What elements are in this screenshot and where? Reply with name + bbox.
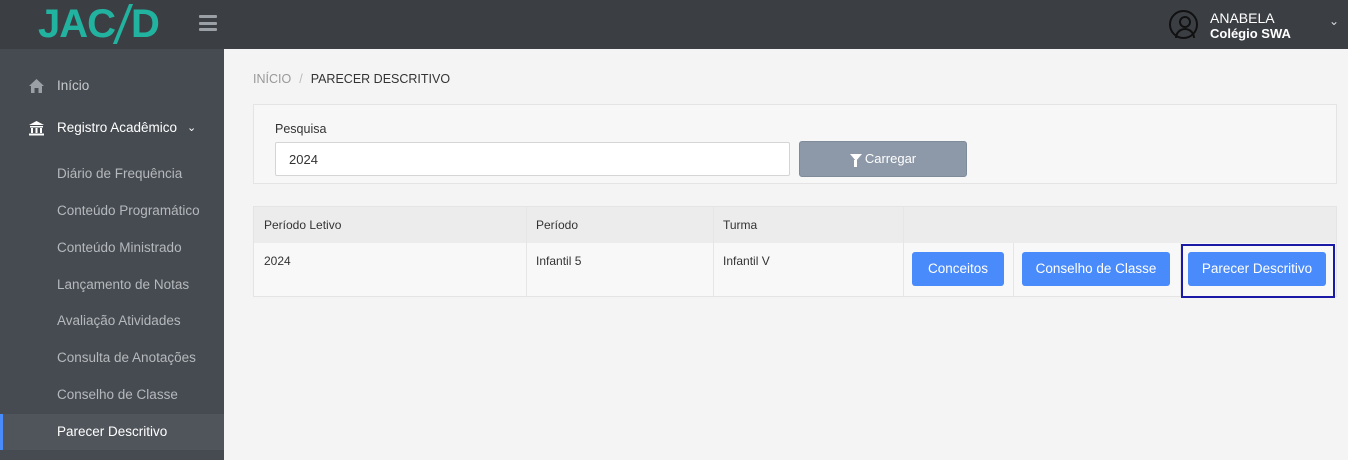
sidebar-item-label: Consulta de Anotações: [57, 350, 196, 365]
column-divider: [903, 207, 904, 296]
column-header-periodo: Período: [536, 207, 579, 243]
sidebar-item-conselho-classe[interactable]: Conselho de Classe: [0, 377, 224, 413]
column-divider: [713, 207, 714, 296]
column-divider: [1013, 243, 1014, 296]
sidebar-item-consulta-anotacoes[interactable]: Consulta de Anotações: [0, 340, 224, 376]
breadcrumb-current: PARECER DESCRITIVO: [310, 72, 451, 86]
sidebar-item-label: Diário de Frequência: [57, 166, 183, 181]
sidebar: Início Registro Acadêmico ⌄ Diário de Fr…: [0, 49, 224, 460]
sidebar-item-parecer-descritivo[interactable]: Parecer Descritivo: [0, 414, 224, 450]
sidebar-item-label: Início: [57, 78, 90, 93]
conceitos-button[interactable]: Conceitos: [912, 252, 1004, 286]
cell-periodo-letivo: 2024: [264, 254, 291, 268]
cell-turma: Infantil V: [723, 254, 770, 268]
sidebar-item-label: Parecer Descritivo: [57, 424, 168, 439]
sidebar-item-label: Registro Acadêmico: [57, 120, 178, 135]
bank-icon: [29, 121, 44, 136]
focus-highlight: [1181, 244, 1335, 298]
sidebar-item-avaliacao-atividades[interactable]: Avaliação Atividades: [0, 303, 224, 339]
sidebar-item-diario-frequencia[interactable]: Diário de Frequência: [0, 156, 224, 192]
sidebar-item-lancamento-notas[interactable]: Lançamento de Notas: [0, 267, 224, 303]
home-icon: [29, 79, 44, 93]
chevron-down-icon[interactable]: ⌄: [187, 110, 196, 146]
logo-area: JAC D: [0, 0, 224, 49]
sidebar-item-label: Conselho de Classe: [57, 387, 178, 402]
app-logo[interactable]: JAC D: [38, 2, 160, 46]
sidebar-item-conteudo-ministrado[interactable]: Conteúdo Ministrado: [0, 230, 224, 266]
sidebar-item-conteudo-programatico[interactable]: Conteúdo Programático: [0, 193, 224, 229]
menu-toggle-icon[interactable]: [199, 15, 217, 31]
sidebar-item-label: Conteúdo Programático: [57, 203, 200, 218]
breadcrumb: INÍCIO / PARECER DESCRITIVO: [253, 72, 450, 86]
search-panel: Pesquisa Carregar: [253, 104, 1337, 184]
table-header: [254, 207, 1336, 243]
load-button[interactable]: Carregar: [799, 141, 967, 177]
sidebar-item-inicio[interactable]: Início: [0, 68, 224, 104]
search-label: Pesquisa: [275, 122, 327, 136]
column-header-turma: Turma: [723, 207, 758, 243]
top-bar: JAC D ANABELA Colégio SWA ⌄: [0, 0, 1348, 49]
sidebar-item-registro-academico[interactable]: Registro Acadêmico ⌄: [0, 110, 224, 146]
search-input[interactable]: [275, 142, 790, 176]
user-menu-chevron-icon[interactable]: ⌄: [1329, 14, 1339, 28]
load-button-label: Carregar: [864, 151, 917, 166]
conselho-classe-button[interactable]: Conselho de Classe: [1022, 252, 1170, 286]
sidebar-item-label: Lançamento de Notas: [57, 277, 190, 292]
cell-periodo: Infantil 5: [536, 254, 582, 268]
breadcrumb-root[interactable]: INÍCIO: [253, 72, 291, 86]
user-organization[interactable]: Colégio SWA: [1210, 26, 1291, 41]
user-name[interactable]: ANABELA: [1210, 10, 1275, 26]
sidebar-item-label: Conteúdo Ministrado: [57, 240, 182, 255]
column-divider: [526, 207, 527, 296]
sidebar-item-label: Avaliação Atividades: [57, 313, 181, 328]
user-avatar-icon[interactable]: [1169, 10, 1198, 39]
breadcrumb-separator: /: [299, 72, 303, 86]
filter-icon: [849, 154, 862, 168]
results-table: Período Letivo Período Turma 2024 Infant…: [253, 206, 1337, 298]
column-header-periodo-letivo: Período Letivo: [264, 207, 342, 243]
